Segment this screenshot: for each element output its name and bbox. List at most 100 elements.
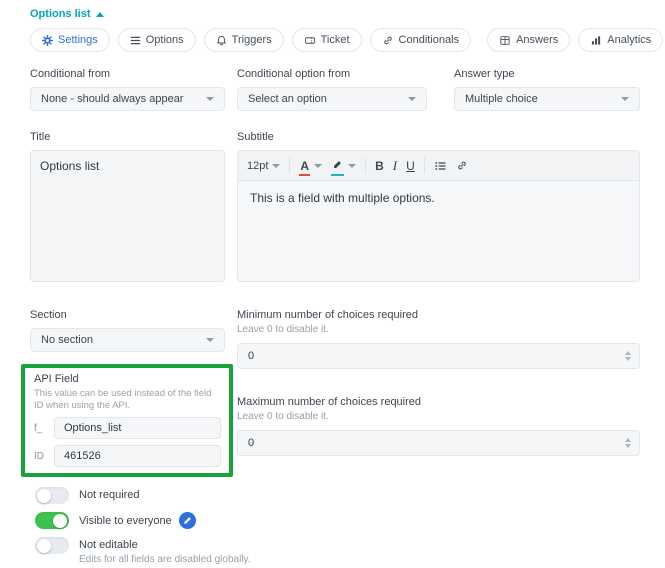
max-choices-label: Maximum number of choices required: [237, 396, 422, 408]
not-editable-label: Not editable: [79, 539, 138, 551]
tab-answers[interactable]: Answers: [487, 28, 571, 52]
tab-answers-label: Answers: [516, 34, 559, 46]
not-editable-row: Not editable Edits for all fields are di…: [35, 537, 640, 566]
italic-button[interactable]: I: [393, 158, 397, 174]
stepper-down-icon: [625, 444, 631, 448]
tab-conditionals[interactable]: Conditionals: [369, 28, 472, 52]
max-choices-block: Maximum number of choices required Leave…: [237, 396, 640, 456]
toggle-knob: [53, 513, 67, 528]
max-choices-field: [237, 430, 640, 456]
section-label: Section: [30, 309, 67, 321]
conditional-from-value: None - should always appear: [41, 93, 184, 105]
bell-icon: [216, 35, 226, 45]
link-icon: [383, 36, 392, 44]
api-field-description: This value can be used instead of the fi…: [34, 388, 212, 411]
tab-options-label: Options: [145, 34, 184, 46]
field-collapse-header[interactable]: Options list: [30, 8, 104, 20]
chart-icon: [592, 35, 601, 45]
toggle-list: Not required Visible to everyone Not edi…: [35, 487, 640, 566]
bullet-list-button[interactable]: [434, 160, 447, 172]
stepper-up-icon: [625, 351, 631, 355]
conditional-from-label: Conditional from: [30, 68, 111, 80]
min-choices-label: Minimum number of choices required: [237, 309, 418, 321]
field-title-link: Options list: [30, 8, 91, 20]
title-label: Title: [30, 131, 51, 143]
toolbar-divider: [289, 157, 291, 174]
api-field-label: API Field: [34, 373, 79, 385]
tab-settings[interactable]: Settings: [30, 28, 110, 52]
insert-link-button[interactable]: [456, 160, 468, 171]
edit-visibility-button[interactable]: [178, 512, 196, 529]
min-choices-field: [237, 343, 640, 369]
tab-options[interactable]: Options: [117, 28, 196, 52]
min-choices-stepper[interactable]: [625, 351, 631, 361]
font-size-value: 12pt: [247, 159, 269, 172]
not-required-toggle[interactable]: [35, 487, 69, 504]
richtext-toolbar: 12pt A B I U: [238, 151, 639, 181]
pencil-icon: [183, 517, 191, 524]
not-editable-toggle[interactable]: [35, 537, 69, 554]
conditional-from-select[interactable]: None - should always appear: [30, 87, 225, 111]
tab-analytics-label: Analytics: [607, 34, 652, 46]
bold-button[interactable]: B: [375, 159, 384, 173]
subtitle-editor-content[interactable]: This is a field with multiple options.: [238, 181, 639, 281]
conditional-row: Conditional from None - should always ap…: [30, 68, 640, 111]
tab-settings-label: Settings: [58, 34, 98, 46]
max-choices-hint: Leave 0 to disable it.: [237, 411, 329, 422]
toggle-knob: [37, 538, 51, 553]
chevron-down-icon: [272, 163, 281, 168]
api-id-row: ID: [34, 445, 221, 467]
min-choices-block: Minimum number of choices required Leave…: [237, 309, 640, 369]
min-choices-input[interactable]: [248, 350, 617, 362]
visible-label: Visible to everyone: [79, 514, 172, 527]
tab-ticket-label: Ticket: [320, 34, 350, 46]
title-subtitle-row: Title Options list Subtitle 12pt A B I U…: [30, 131, 640, 285]
subtitle-richtext-editor: 12pt A B I U This is a field with multip…: [237, 150, 640, 282]
insert-link-icon: [458, 161, 466, 170]
highlight-icon: [331, 159, 345, 176]
font-size-select[interactable]: 12pt: [247, 159, 281, 172]
conditional-option-from-value: Select an option: [248, 93, 327, 105]
max-choices-input[interactable]: [248, 437, 617, 449]
not-editable-hint: Edits for all fields are disabled global…: [79, 554, 251, 565]
tab-ticket[interactable]: Ticket: [291, 28, 362, 52]
section-select[interactable]: No section: [30, 328, 225, 352]
chevron-up-icon: [95, 11, 104, 17]
text-color-button[interactable]: A: [299, 159, 323, 176]
conditional-option-from-select[interactable]: Select an option: [237, 87, 427, 111]
max-choices-stepper[interactable]: [625, 438, 631, 448]
tab-triggers[interactable]: Triggers: [203, 28, 284, 52]
api-id-prefix: ID: [34, 450, 44, 462]
answer-type-select[interactable]: Multiple choice: [454, 87, 640, 111]
grid-icon: [500, 35, 510, 45]
list-icon: [130, 36, 141, 44]
chevron-down-icon: [621, 97, 629, 101]
not-required-row: Not required: [35, 487, 640, 504]
chevron-down-icon: [206, 338, 214, 342]
gear-icon: [42, 34, 53, 46]
subtitle-label: Subtitle: [237, 131, 274, 143]
api-name-input[interactable]: [54, 417, 221, 439]
api-id-input[interactable]: [54, 445, 221, 467]
section-value: No section: [41, 334, 93, 346]
underline-button[interactable]: U: [406, 159, 415, 173]
chevron-down-icon: [408, 97, 416, 101]
tab-bar: Settings Options Triggers Ticket Conditi…: [30, 28, 664, 52]
bullet-list-icon: [435, 161, 446, 170]
api-name-prefix: f_: [34, 422, 43, 434]
section-choices-row: Section No section API Field This value …: [21, 309, 640, 477]
title-textarea[interactable]: Options list: [30, 150, 225, 282]
toolbar-divider: [423, 157, 425, 174]
tab-analytics[interactable]: Analytics: [578, 28, 664, 52]
chevron-down-icon: [314, 163, 323, 168]
highlight-color-button[interactable]: [331, 159, 357, 176]
visible-toggle[interactable]: [35, 512, 69, 529]
stepper-down-icon: [625, 357, 631, 361]
answer-type-value: Multiple choice: [465, 93, 538, 105]
field-settings-panel: Options list Settings Options Triggers T…: [0, 0, 665, 566]
ticket-icon: [304, 36, 315, 44]
visible-row: Visible to everyone: [35, 512, 640, 529]
chevron-down-icon: [348, 163, 357, 168]
not-required-label: Not required: [79, 489, 140, 501]
stepper-up-icon: [625, 438, 631, 442]
